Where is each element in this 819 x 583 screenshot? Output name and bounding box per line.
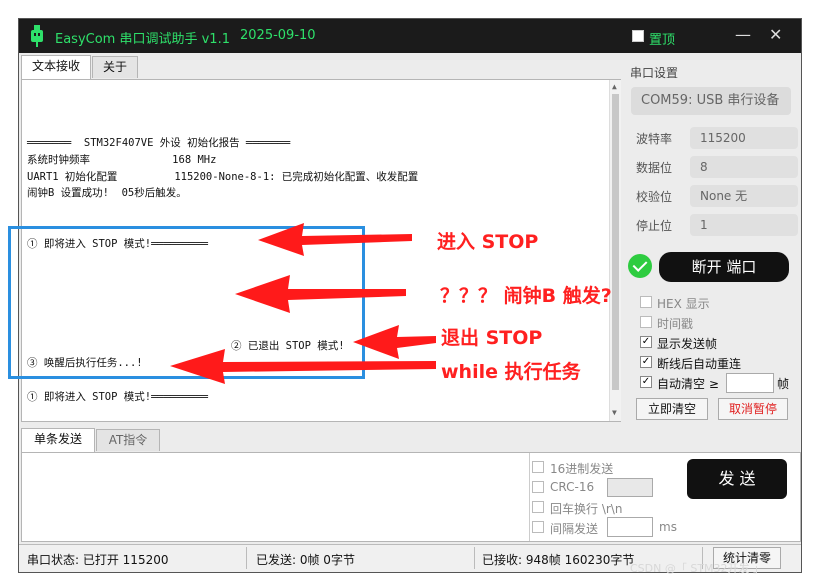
annotation-alarm-trigger: ？？？ 闹钟B 触发? (440, 285, 612, 307)
annotation-exit-stop: 退出 STOP (441, 327, 543, 349)
annotation-enter-stop: 进入 STOP (437, 231, 539, 253)
watermark: CSDN @「 STM32开发 」 (630, 562, 765, 575)
annotation-while-task: while 执行任务 (441, 361, 581, 383)
arrow-exit-stop (353, 325, 436, 359)
arrow-alarm (235, 275, 406, 313)
arrow-enter-stop (258, 223, 412, 256)
annotation-arrows (170, 223, 436, 384)
